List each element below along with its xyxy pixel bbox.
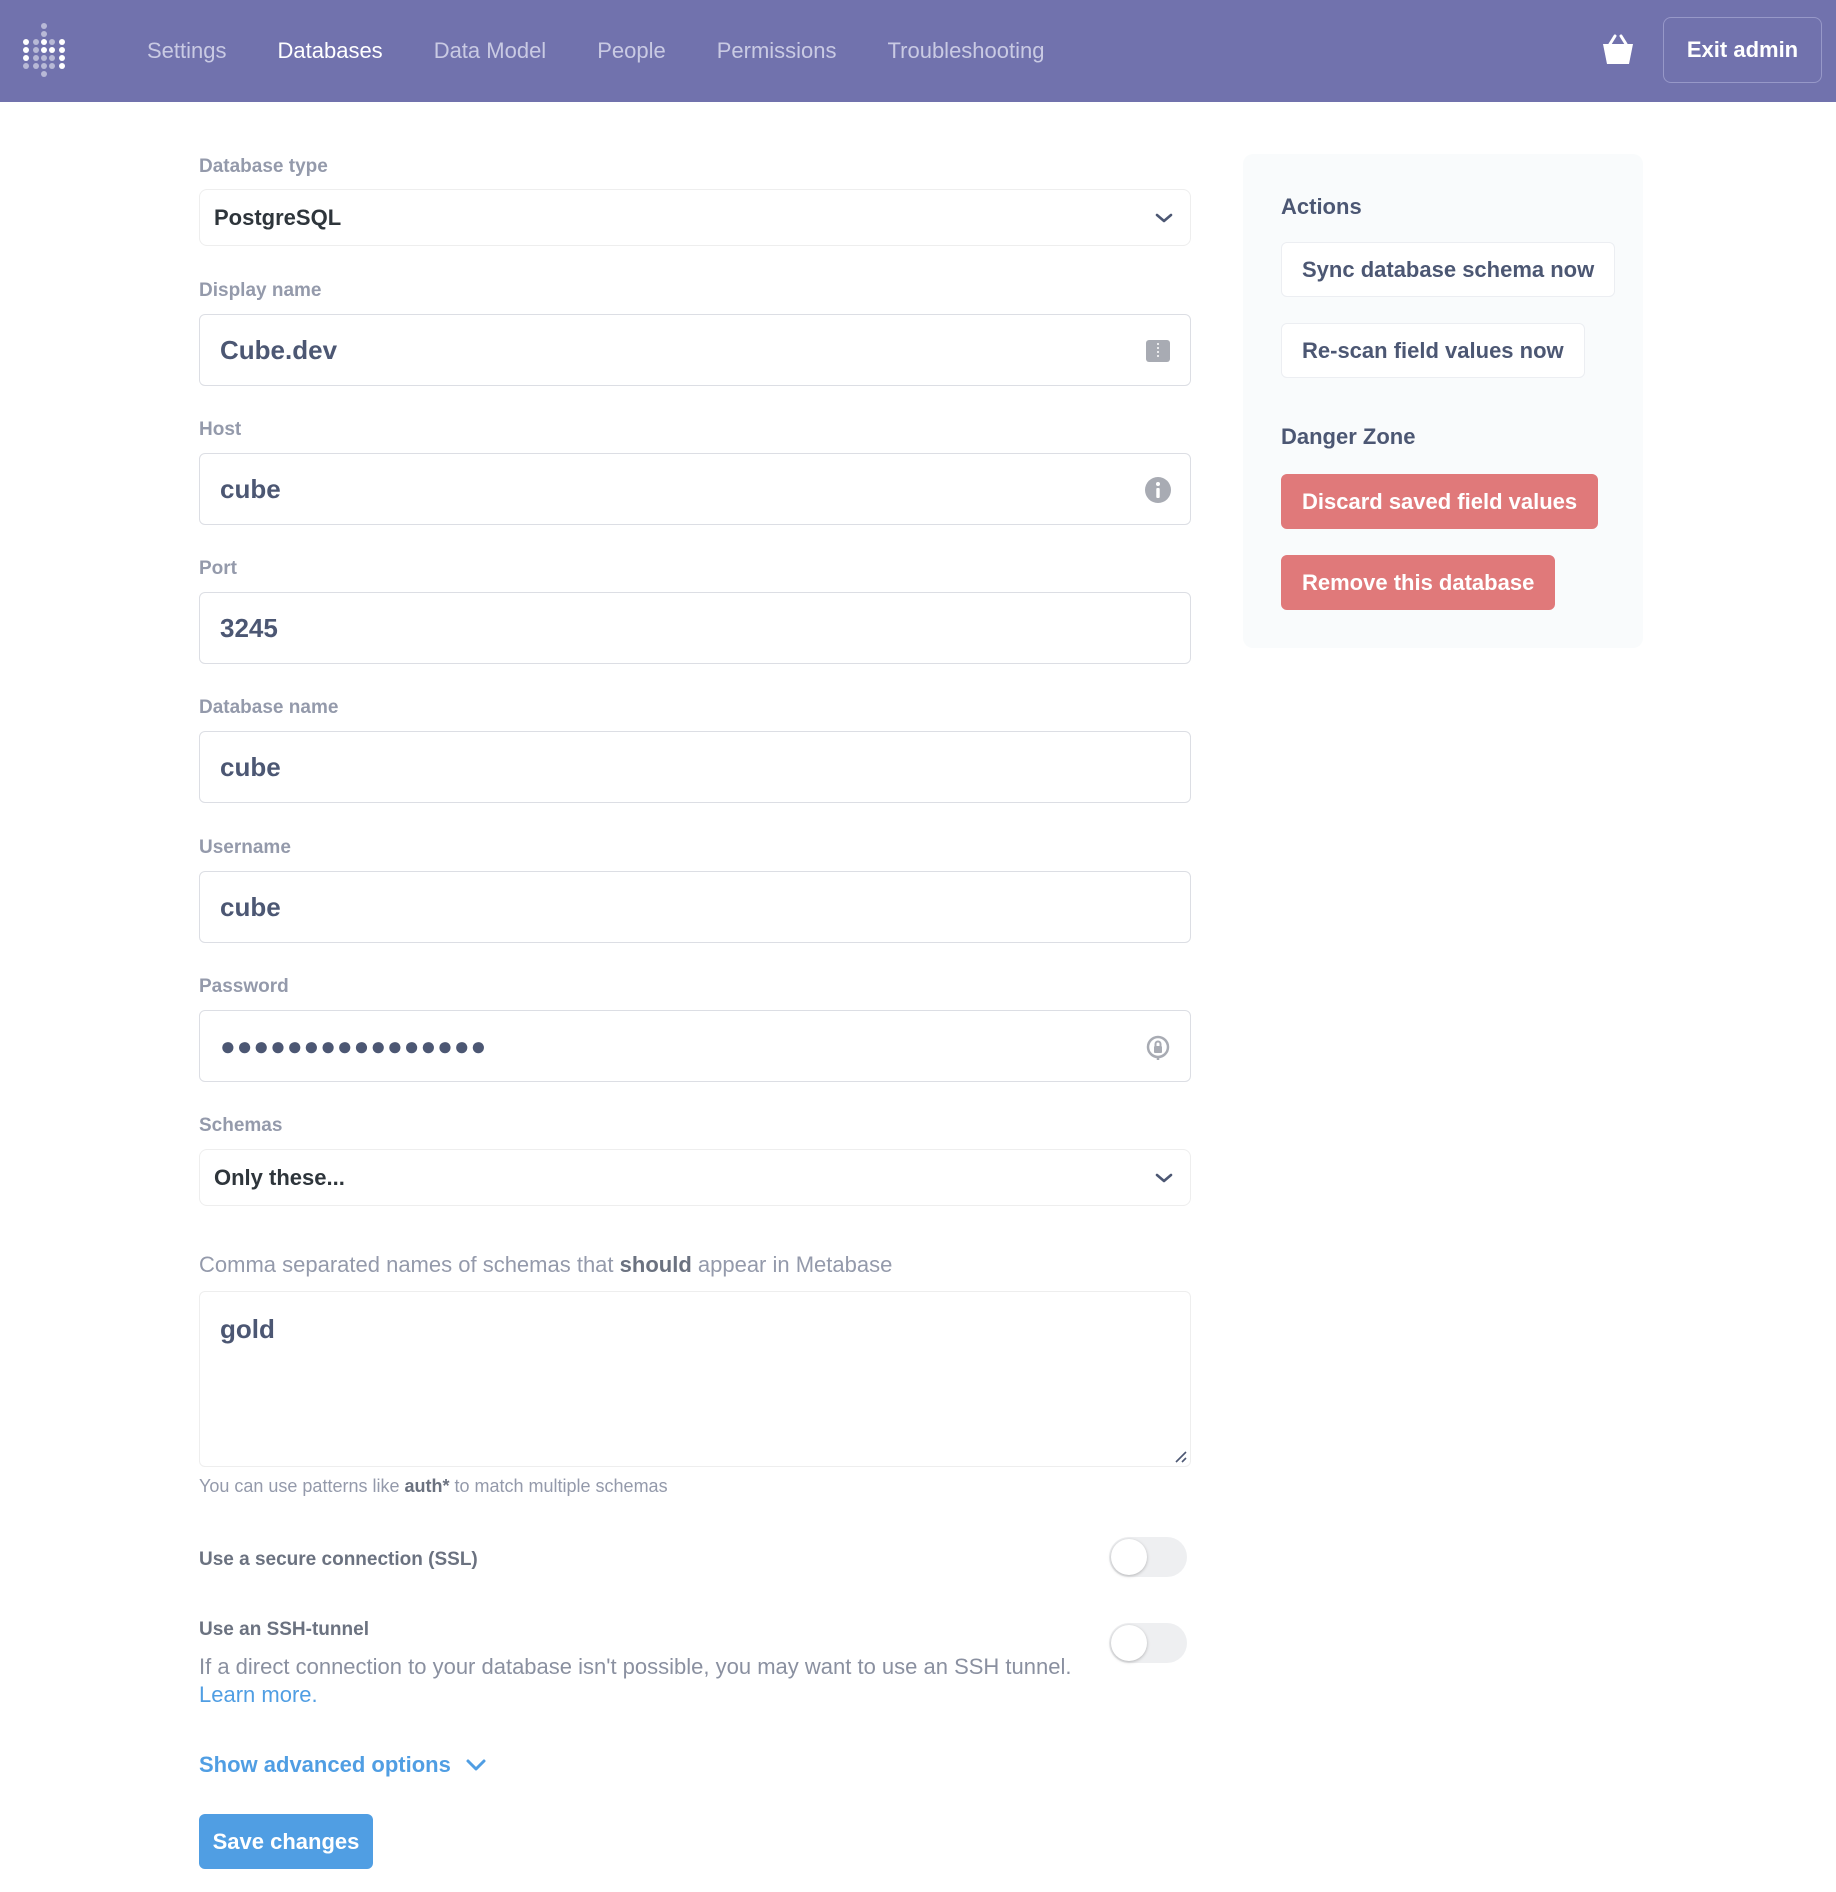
- host-input[interactable]: cube: [199, 453, 1191, 525]
- schema-help-post: appear in Metabase: [691, 1252, 893, 1277]
- schema-filter-textarea[interactable]: gold: [199, 1291, 1191, 1467]
- username-value: cube: [220, 892, 281, 922]
- password-label: Password: [199, 976, 289, 997]
- autofill-card-icon[interactable]: [1144, 337, 1172, 365]
- ssh-toggle[interactable]: [1109, 1623, 1187, 1663]
- schemas-value: Only these...: [214, 1165, 345, 1190]
- database-name-value: cube: [220, 752, 281, 782]
- display-name-input[interactable]: Cube.dev: [199, 314, 1191, 386]
- learn-more-link[interactable]: Learn more.: [199, 1682, 318, 1707]
- toggle-knob: [1111, 1539, 1147, 1575]
- ssh-description-text: If a direct connection to your database …: [199, 1654, 1072, 1679]
- info-icon[interactable]: [1144, 476, 1172, 504]
- port-label: Port: [199, 558, 237, 579]
- nav-tab-troubleshooting[interactable]: Troubleshooting: [888, 38, 1045, 64]
- admin-navbar: Settings Databases Data Model People Per…: [0, 0, 1836, 102]
- schemas-label: Schemas: [199, 1115, 283, 1136]
- rescan-field-values-button[interactable]: Re-scan field values now: [1281, 323, 1585, 378]
- schema-filter-help: Comma separated names of schemas that sh…: [199, 1252, 892, 1278]
- show-advanced-options-link[interactable]: Show advanced options: [199, 1752, 487, 1778]
- port-value: 3245: [220, 613, 278, 643]
- chevron-down-icon: [1155, 213, 1173, 223]
- schema-note-bold: auth*: [404, 1476, 450, 1496]
- toggle-knob: [1111, 1625, 1147, 1661]
- ssh-label: Use an SSH-tunnel: [199, 1619, 369, 1640]
- actions-panel: Actions Sync database schema now Re-scan…: [1243, 154, 1643, 648]
- port-input[interactable]: 3245: [199, 592, 1191, 664]
- basket-icon[interactable]: [1601, 34, 1635, 66]
- password-input[interactable]: ●●●●●●●●●●●●●●●●: [199, 1010, 1191, 1082]
- ssh-description: If a direct connection to your database …: [199, 1653, 1099, 1709]
- schemas-select[interactable]: Only these...: [199, 1149, 1191, 1206]
- display-name-label: Display name: [199, 280, 322, 301]
- save-changes-button[interactable]: Save changes: [199, 1814, 373, 1869]
- host-value: cube: [220, 474, 281, 504]
- password-value: ●●●●●●●●●●●●●●●●: [220, 1031, 488, 1061]
- nav-tab-settings[interactable]: Settings: [147, 38, 227, 64]
- advanced-options-label: Show advanced options: [199, 1752, 451, 1777]
- exit-admin-button[interactable]: Exit admin: [1663, 17, 1822, 83]
- nav-tab-permissions[interactable]: Permissions: [717, 38, 837, 64]
- database-type-select[interactable]: PostgreSQL: [199, 189, 1191, 246]
- chevron-down-icon: [1155, 1173, 1173, 1183]
- database-name-input[interactable]: cube: [199, 731, 1191, 803]
- username-label: Username: [199, 837, 291, 858]
- schema-help-pre: Comma separated names of schemas that: [199, 1252, 620, 1277]
- database-type-value: PostgreSQL: [214, 205, 342, 230]
- nav-tab-databases[interactable]: Databases: [278, 38, 383, 64]
- ssl-label: Use a secure connection (SSL): [199, 1549, 478, 1570]
- schema-filter-value: gold: [220, 1314, 275, 1344]
- schema-pattern-note: You can use patterns like auth* to match…: [199, 1476, 668, 1497]
- schema-note-post: to match multiple schemas: [449, 1476, 668, 1496]
- nav-tab-people[interactable]: People: [597, 38, 666, 64]
- chevron-down-icon: [466, 1759, 486, 1771]
- display-name-value: Cube.dev: [220, 335, 338, 365]
- database-name-label: Database name: [199, 697, 339, 718]
- schema-note-pre: You can use patterns like: [199, 1476, 405, 1496]
- password-key-icon[interactable]: [1144, 1033, 1172, 1061]
- danger-zone-title: Danger Zone: [1281, 424, 1416, 449]
- metabase-logo-icon[interactable]: [22, 22, 66, 78]
- host-label: Host: [199, 419, 242, 440]
- nav-tab-data-model[interactable]: Data Model: [434, 38, 547, 64]
- ssl-toggle[interactable]: [1109, 1537, 1187, 1577]
- username-input[interactable]: cube: [199, 871, 1191, 943]
- resize-grip-icon[interactable]: [1172, 1448, 1188, 1464]
- database-type-label: Database type: [199, 156, 328, 177]
- discard-field-values-button[interactable]: Discard saved field values: [1281, 474, 1599, 529]
- schema-help-bold: should: [619, 1252, 692, 1277]
- admin-nav-tabs: Settings Databases Data Model People Per…: [147, 0, 1096, 102]
- remove-database-button[interactable]: Remove this database: [1281, 555, 1556, 610]
- actions-title: Actions: [1281, 194, 1362, 219]
- sync-schema-button[interactable]: Sync database schema now: [1281, 242, 1616, 297]
